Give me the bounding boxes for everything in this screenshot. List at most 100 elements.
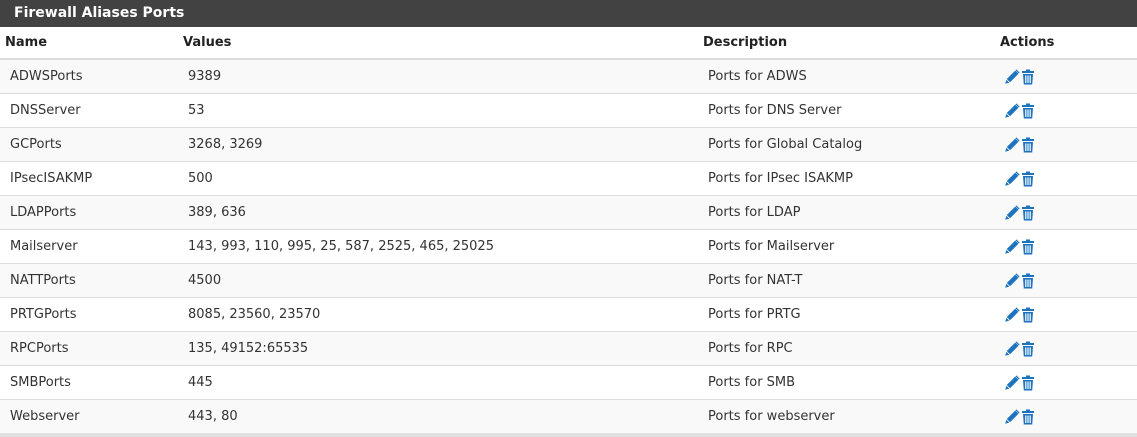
trash-icon: [1020, 171, 1036, 187]
trash-icon: [1020, 341, 1036, 357]
alias-description: Ports for RPC: [703, 331, 1000, 366]
alias-values: 4500: [183, 263, 703, 298]
panel-title: Firewall Aliases Ports: [0, 0, 1137, 27]
alias-name: IPsecISAKMP: [0, 161, 183, 196]
delete-alias-button[interactable]: [1020, 375, 1036, 391]
delete-alias-button[interactable]: [1020, 409, 1036, 425]
alias-actions: [1000, 58, 1137, 94]
column-header-values[interactable]: Values: [183, 27, 703, 60]
alias-description: Ports for NAT-T: [703, 263, 1000, 298]
alias-actions: [1000, 331, 1137, 366]
alias-name: NATTPorts: [0, 263, 183, 298]
delete-alias-button[interactable]: [1020, 205, 1036, 221]
alias-actions: [1000, 195, 1137, 230]
edit-alias-button[interactable]: [1004, 68, 1020, 85]
table-row[interactable]: SMBPorts 445 Ports for SMB: [0, 365, 1137, 400]
alias-description: Ports for SMB: [703, 365, 1000, 400]
alias-values: 389, 636: [183, 195, 703, 230]
table-row[interactable]: ADWSPorts 9389 Ports for ADWS: [0, 58, 1137, 94]
edit-alias-button[interactable]: [1004, 102, 1020, 119]
table-row[interactable]: NATTPorts 4500 Ports for NAT-T: [0, 263, 1137, 298]
pencil-icon: [1004, 204, 1020, 221]
pencil-icon: [1004, 238, 1020, 255]
table-header-row: Name Values Description Actions: [0, 27, 1137, 60]
alias-description: Ports for PRTG: [703, 297, 1000, 332]
delete-alias-button[interactable]: [1020, 239, 1036, 255]
alias-name: PRTGPorts: [0, 297, 183, 332]
edit-alias-button[interactable]: [1004, 170, 1020, 187]
table-row[interactable]: RPCPorts 135, 49152:65535 Ports for RPC: [0, 331, 1137, 366]
delete-alias-button[interactable]: [1020, 137, 1036, 153]
aliases-panel: Firewall Aliases Ports Name Values Descr…: [0, 0, 1137, 437]
pencil-icon: [1004, 306, 1020, 323]
column-header-description[interactable]: Description: [703, 27, 1000, 60]
alias-actions: [1000, 127, 1137, 162]
delete-alias-button[interactable]: [1020, 171, 1036, 187]
table-row[interactable]: Mailserver 143, 993, 110, 995, 25, 587, 2…: [0, 229, 1137, 264]
delete-alias-button[interactable]: [1020, 273, 1036, 289]
horizontal-scrollbar[interactable]: [0, 433, 1137, 437]
alias-actions: [1000, 93, 1137, 128]
alias-actions: [1000, 229, 1137, 264]
alias-description: Ports for Global Catalog: [703, 127, 1000, 162]
edit-alias-button[interactable]: [1004, 340, 1020, 357]
alias-values: 445: [183, 365, 703, 400]
pencil-icon: [1004, 374, 1020, 391]
pencil-icon: [1004, 408, 1020, 425]
trash-icon: [1020, 103, 1036, 119]
alias-name: SMBPorts: [0, 365, 183, 400]
pencil-icon: [1004, 136, 1020, 153]
alias-values: 8085, 23560, 23570: [183, 297, 703, 332]
edit-alias-button[interactable]: [1004, 272, 1020, 289]
table-row[interactable]: LDAPPorts 389, 636 Ports for LDAP: [0, 195, 1137, 230]
table-row[interactable]: PRTGPorts 8085, 23560, 23570 Ports for PRT…: [0, 297, 1137, 332]
alias-description: Ports for IPsec ISAKMP: [703, 161, 1000, 196]
edit-alias-button[interactable]: [1004, 238, 1020, 255]
alias-name: DNSServer: [0, 93, 183, 128]
table-row[interactable]: IPsecISAKMP 500 Ports for IPsec ISAKMP: [0, 161, 1137, 196]
alias-description: Ports for LDAP: [703, 195, 1000, 230]
delete-alias-button[interactable]: [1020, 103, 1036, 119]
trash-icon: [1020, 205, 1036, 221]
delete-alias-button[interactable]: [1020, 307, 1036, 323]
alias-name: RPCPorts: [0, 331, 183, 366]
alias-values: 135, 49152:65535: [183, 331, 703, 366]
alias-name: LDAPPorts: [0, 195, 183, 230]
delete-alias-button[interactable]: [1020, 69, 1036, 85]
alias-actions: [1000, 399, 1137, 433]
alias-description: Ports for Mailserver: [703, 229, 1000, 264]
alias-description: Ports for ADWS: [703, 58, 1000, 94]
trash-icon: [1020, 307, 1036, 323]
alias-name: ADWSPorts: [0, 58, 183, 94]
edit-alias-button[interactable]: [1004, 136, 1020, 153]
table-row[interactable]: GCPorts 3268, 3269 Ports for Global Catalo…: [0, 127, 1137, 162]
alias-values: 53: [183, 93, 703, 128]
alias-values: 500: [183, 161, 703, 196]
alias-values: 143, 993, 110, 995, 25, 587, 2525, 465, …: [183, 229, 703, 264]
edit-alias-button[interactable]: [1004, 408, 1020, 425]
alias-name: Webserver: [0, 399, 183, 433]
table-row[interactable]: Webserver 443, 80 Ports for webserver: [0, 399, 1137, 433]
edit-alias-button[interactable]: [1004, 204, 1020, 221]
trash-icon: [1020, 239, 1036, 255]
pencil-icon: [1004, 340, 1020, 357]
alias-name: GCPorts: [0, 127, 183, 162]
column-header-actions: Actions: [1000, 27, 1137, 60]
alias-actions: [1000, 263, 1137, 298]
pencil-icon: [1004, 170, 1020, 187]
delete-alias-button[interactable]: [1020, 341, 1036, 357]
trash-icon: [1020, 375, 1036, 391]
edit-alias-button[interactable]: [1004, 306, 1020, 323]
alias-actions: [1000, 161, 1137, 196]
alias-values: 9389: [183, 58, 703, 94]
alias-values: 3268, 3269: [183, 127, 703, 162]
pencil-icon: [1004, 272, 1020, 289]
alias-actions: [1000, 297, 1137, 332]
alias-name: Mailserver: [0, 229, 183, 264]
pencil-icon: [1004, 102, 1020, 119]
edit-alias-button[interactable]: [1004, 374, 1020, 391]
alias-description: Ports for webserver: [703, 399, 1000, 433]
table-row[interactable]: DNSServer 53 Ports for DNS Server: [0, 93, 1137, 128]
trash-icon: [1020, 273, 1036, 289]
column-header-name[interactable]: Name: [0, 27, 183, 60]
